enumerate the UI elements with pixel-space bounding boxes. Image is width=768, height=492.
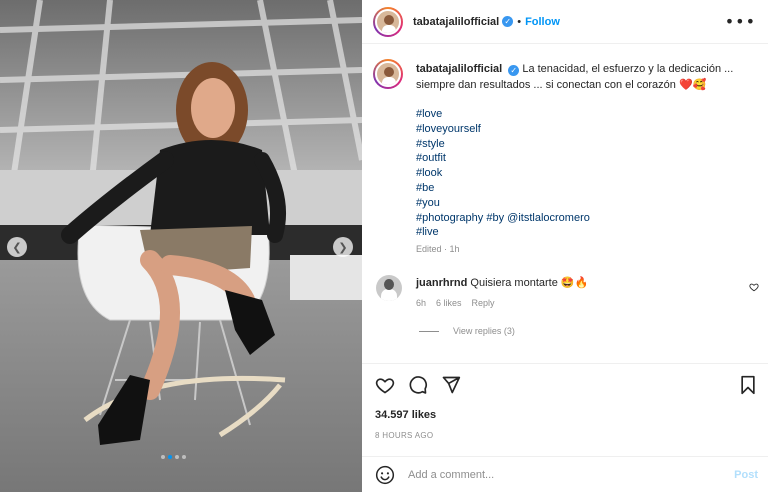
author-avatar[interactable] bbox=[373, 6, 403, 37]
caption-username[interactable]: tabatajalilofficial bbox=[416, 63, 502, 75]
post-header: tabatajalilofficial ✓ • Follow ••• bbox=[362, 0, 768, 44]
mention-link[interactable]: @itstlalocromero bbox=[507, 212, 590, 224]
verified-badge-icon: ✓ bbox=[502, 16, 514, 27]
hashtag-list: #love #loveyourself #style #outfit #look… bbox=[416, 107, 590, 240]
caption-avatar-wrap bbox=[373, 59, 403, 89]
hashtag-link[interactable]: #love bbox=[416, 107, 590, 122]
like-heart-icon[interactable] bbox=[375, 375, 395, 395]
carousel-dot bbox=[175, 455, 179, 459]
comment-body: Quisiera montarte bbox=[470, 277, 558, 289]
comment-age[interactable]: 6h bbox=[416, 298, 426, 308]
hashtag-link[interactable]: #by bbox=[486, 212, 504, 224]
carousel-dot-active bbox=[168, 455, 172, 459]
post-details-panel: tabatajalilofficial ✓ • Follow ••• tabat… bbox=[362, 0, 768, 492]
post-time-ago: 8 HOURS AGO bbox=[375, 431, 434, 440]
hashtag-link[interactable]: #look bbox=[416, 166, 590, 181]
follow-button[interactable]: Follow bbox=[525, 16, 560, 28]
author-username[interactable]: tabatajalilofficial bbox=[413, 16, 499, 28]
post-photo[interactable]: ❮ ❯ bbox=[0, 0, 362, 492]
hashtag-link[interactable]: #photography bbox=[416, 212, 483, 224]
photo-scene bbox=[0, 0, 362, 492]
emoji-smiley-icon[interactable] bbox=[375, 465, 395, 485]
post-actions: 34.597 likes 8 HOURS AGO bbox=[362, 363, 768, 451]
hashtag-link[interactable]: #loveyourself bbox=[416, 122, 590, 137]
comment-composer: Post bbox=[362, 456, 768, 492]
carousel-indicator bbox=[161, 455, 186, 459]
comment-username[interactable]: juanrhrnd bbox=[416, 277, 467, 289]
carousel-dot bbox=[182, 455, 186, 459]
likes-count[interactable]: 34.597 likes bbox=[375, 409, 436, 421]
save-bookmark-icon[interactable] bbox=[738, 375, 758, 395]
carousel-prev-icon[interactable]: ❮ bbox=[7, 237, 27, 257]
comment-text: juanrhrnd Quisiera montarte 🤩🔥 bbox=[416, 276, 588, 289]
comment-like-heart-icon[interactable] bbox=[749, 282, 759, 292]
more-horizontal-icon[interactable]: ••• bbox=[725, 12, 756, 31]
comment-meta: 6h 6 likes Reply bbox=[416, 298, 495, 308]
add-comment-input[interactable] bbox=[408, 466, 708, 484]
commenter-avatar[interactable] bbox=[376, 275, 402, 301]
hashtag-link[interactable]: #live bbox=[416, 225, 590, 240]
carousel-next-icon[interactable]: ❯ bbox=[333, 237, 353, 257]
view-replies-label: View replies (3) bbox=[453, 326, 515, 336]
view-replies-line bbox=[419, 330, 439, 332]
header-separator: • bbox=[517, 15, 522, 28]
comment-likes[interactable]: 6 likes bbox=[436, 298, 462, 308]
reply-button[interactable]: Reply bbox=[472, 298, 495, 308]
carousel-dot bbox=[161, 455, 165, 459]
hashtag-link[interactable]: #outfit bbox=[416, 151, 590, 166]
comment-icon[interactable] bbox=[408, 375, 428, 395]
post-comment-button[interactable]: Post bbox=[734, 469, 758, 481]
hashtag-link[interactable]: #be bbox=[416, 181, 590, 196]
caption-emojis: ❤️🥰 bbox=[678, 78, 707, 91]
share-icon[interactable] bbox=[441, 375, 461, 395]
comment-emojis: 🤩🔥 bbox=[560, 276, 589, 289]
view-replies-button[interactable]: View replies (3) bbox=[419, 326, 515, 336]
comments-section[interactable]: tabatajalilofficial ✓ La tenacidad, el e… bbox=[362, 45, 768, 363]
caption-avatar[interactable] bbox=[373, 59, 403, 89]
caption-edited-time: Edited · 1h bbox=[416, 244, 460, 254]
credit-line: #photography #by @itstlalocromero bbox=[416, 211, 590, 226]
hashtag-link[interactable]: #style bbox=[416, 137, 590, 152]
instagram-post-modal: ❮ ❯ tabatajalilofficial ✓ • Follow ••• t… bbox=[0, 0, 768, 492]
hashtag-link[interactable]: #you bbox=[416, 196, 590, 211]
caption-text: tabatajalilofficial ✓ La tenacidad, el e… bbox=[416, 62, 746, 93]
verified-badge-icon: ✓ bbox=[508, 65, 520, 76]
